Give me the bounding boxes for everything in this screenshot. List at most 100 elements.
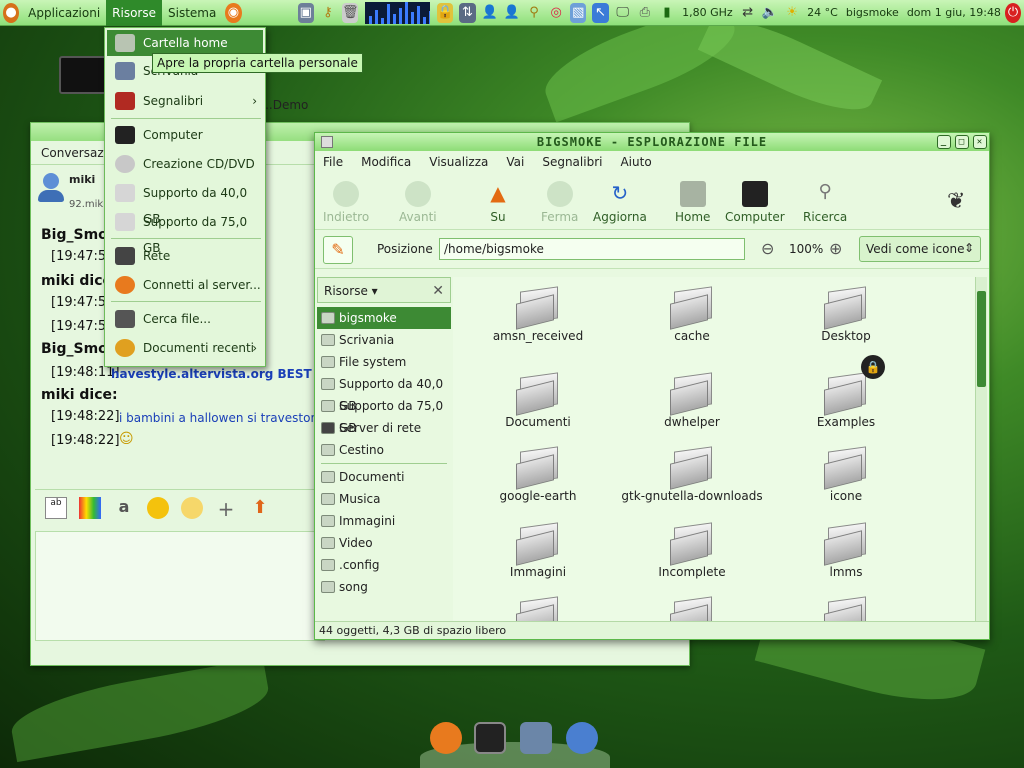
sidebar-item-bigsmoke[interactable]: bigsmoke (317, 307, 451, 329)
menu-item-cd-dvd[interactable]: Creazione CD/DVD (107, 151, 263, 177)
shutdown-icon[interactable]: ⏻ (1004, 2, 1022, 23)
dock-app-icon[interactable] (520, 722, 552, 754)
contact-avatar-icon[interactable] (37, 173, 65, 203)
edit-location-icon[interactable]: ✎ (323, 236, 353, 264)
sidebar-bookmark-video[interactable]: Video (317, 532, 451, 554)
file-item[interactable]: Examples 🔒 (771, 355, 921, 429)
vertical-scrollbar[interactable] (975, 277, 987, 621)
sidebar-header[interactable]: Risorse ▾ ✕ (317, 277, 451, 303)
firefox-launcher-icon[interactable]: ◉ (225, 2, 242, 23)
weather-icon[interactable]: ☀ (784, 3, 800, 23)
file-item[interactable]: Incomplete (617, 521, 767, 579)
image-viewer-icon[interactable]: ▧ (570, 2, 587, 23)
menu-item-documenti-recenti[interactable]: Documenti recenti › (107, 335, 263, 361)
file-item[interactable]: amsn_received (463, 285, 613, 343)
emoticon-happy-icon[interactable] (147, 496, 169, 519)
dock-terminal-icon[interactable] (474, 722, 506, 754)
update-icon[interactable]: ◎ (548, 3, 564, 23)
lock-screen-icon[interactable]: 🔒 (437, 2, 454, 23)
sidebar-bookmark-documenti[interactable]: Documenti (317, 466, 451, 488)
menu-applicazioni[interactable]: Applicazioni (22, 0, 106, 26)
file-item[interactable]: gtk-gnutella-downloads (617, 445, 767, 503)
menu-item-rete[interactable]: Rete (107, 243, 263, 269)
display-icon[interactable]: 🖵 (615, 3, 631, 23)
forward-button[interactable]: Avanti (399, 181, 437, 224)
file-item[interactable] (463, 595, 613, 621)
search-icon[interactable]: ⚲ (526, 3, 542, 23)
menu-segnalibri[interactable]: Segnalibri (542, 155, 602, 169)
scrollbar-thumb[interactable] (977, 291, 986, 387)
home-button[interactable]: Home (675, 181, 710, 224)
sidebar-bookmark-musica[interactable]: Musica (317, 488, 451, 510)
up-button[interactable]: ▲ Su (485, 181, 511, 224)
file-item[interactable]: lmms (771, 521, 921, 579)
file-item[interactable]: Documenti (463, 371, 613, 429)
file-item[interactable] (771, 595, 921, 621)
system-monitor-graph[interactable] (365, 1, 431, 24)
menu-visualizza[interactable]: Visualizza (429, 155, 488, 169)
menu-modifica[interactable]: Modifica (361, 155, 411, 169)
trash-icon[interactable]: 🗑 (341, 2, 359, 23)
cursor-icon[interactable]: ↖ (592, 2, 609, 23)
menu-item-connetti-server[interactable]: Connetti al server... (107, 272, 263, 298)
chat-input-area[interactable] (35, 531, 325, 641)
maximize-button[interactable]: □ (955, 135, 969, 149)
location-input[interactable]: /home/bigsmoke (439, 238, 745, 260)
file-item[interactable]: google-earth (463, 445, 613, 503)
weather-temperature[interactable]: 24 °C (803, 6, 842, 19)
minimize-button[interactable]: _ (937, 135, 951, 149)
menu-item-computer[interactable]: Computer (107, 122, 263, 148)
fm-titlebar[interactable]: BIGSMOKE - ESPLORAZIONE FILE _ □ ✕ (315, 133, 989, 151)
file-item[interactable]: icone (771, 445, 921, 503)
reload-button[interactable]: ↻ Aggiorna (593, 181, 647, 224)
menu-item-cerca-file[interactable]: Cerca file... (107, 306, 263, 332)
view-mode-select[interactable]: Vedi come icone ⇕ (859, 236, 981, 262)
window-menu-icon[interactable] (321, 136, 333, 148)
close-sidebar-icon[interactable]: ✕ (432, 278, 444, 304)
user-icon[interactable]: 👤 (482, 3, 498, 23)
sidebar-bookmark-song[interactable]: song (317, 576, 451, 598)
menu-item-disk-40[interactable]: Supporto da 40,0 GB (107, 180, 263, 226)
menu-item-disk-75[interactable]: Supporto da 75,0 GB (107, 209, 263, 255)
sidebar-item-trash[interactable]: Cestino (317, 439, 451, 461)
file-item[interactable]: cache (617, 285, 767, 343)
keys-icon[interactable]: ⚷ (320, 3, 336, 23)
computer-button[interactable]: Computer (725, 181, 785, 224)
sidebar-bookmark-config[interactable]: .config (317, 554, 451, 576)
menu-risorse[interactable]: Risorse (106, 0, 162, 26)
chat-message-link[interactable]: havestyle.altervista.org BEST SI (111, 367, 329, 381)
file-item[interactable]: dwhelper (617, 371, 767, 429)
dock-firefox-icon[interactable] (430, 722, 462, 754)
menu-item-segnalibri[interactable]: Segnalibri › (107, 88, 263, 114)
menu-aiuto[interactable]: Aiuto (620, 155, 651, 169)
cpu-frequency[interactable]: 1,80 GHz (678, 6, 737, 19)
send-file-icon[interactable]: ⬆ (249, 497, 271, 519)
file-item[interactable]: Desktop (771, 285, 921, 343)
sidebar-bookmark-immagini[interactable]: Immagini (317, 510, 451, 532)
contacts-icon[interactable]: 👤 (504, 3, 520, 23)
font-icon[interactable]: ab (45, 496, 67, 519)
zoom-in-icon[interactable]: ⊕ (829, 239, 842, 258)
volume-icon[interactable]: 🔈 (762, 3, 778, 23)
network-manager-icon[interactable]: ⇄ (740, 3, 756, 23)
sidebar-item-filesystem[interactable]: File system (317, 351, 451, 373)
emoticon-sad-icon[interactable] (181, 496, 203, 519)
menu-sistema[interactable]: Sistema (162, 0, 222, 26)
file-item[interactable] (617, 595, 767, 621)
battery-icon[interactable]: ▮ (659, 3, 675, 23)
stop-button[interactable]: Ferma (541, 181, 578, 224)
dock-messenger-icon[interactable] (566, 722, 598, 754)
network-icon[interactable]: ⇅ (459, 2, 476, 23)
search-button[interactable]: ⚲ Ricerca (803, 181, 847, 224)
file-item[interactable]: Immagini (463, 521, 613, 579)
screenshot-icon[interactable]: ▣ (297, 2, 314, 23)
printer-icon[interactable]: ⎙ (637, 3, 653, 23)
username[interactable]: bigsmoke (842, 6, 903, 19)
text-style-icon[interactable]: a (113, 497, 135, 519)
menu-vai[interactable]: Vai (506, 155, 524, 169)
add-icon[interactable]: + (215, 497, 237, 521)
clock[interactable]: dom 1 giu, 19:48 (903, 6, 1005, 19)
back-button[interactable]: Indietro (323, 181, 369, 224)
ubuntu-logo-icon[interactable]: ● (3, 2, 20, 23)
sidebar-item-scrivania[interactable]: Scrivania (317, 329, 451, 351)
